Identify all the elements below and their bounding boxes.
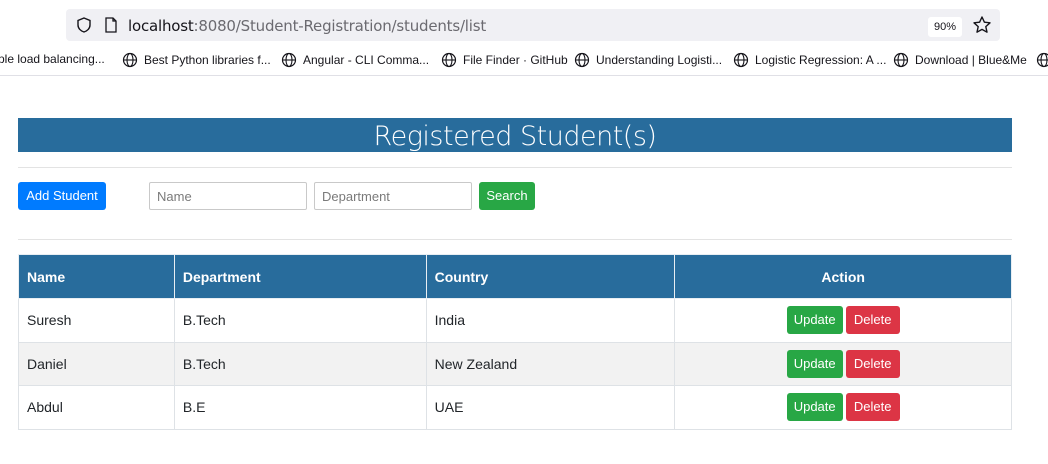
bookmark-label: Angular - CLI Comma...: [303, 53, 430, 67]
cell-action: Update Delete: [674, 341, 1012, 386]
students-table: Name Department Country Action Suresh B.…: [18, 254, 1012, 430]
cell-department: B.Tech: [173, 341, 427, 386]
bookmark-item[interactable]: ple load balancing...: [0, 52, 105, 66]
bookmark-label: Download | Blue&Me: [915, 53, 1027, 67]
delete-button[interactable]: Delete: [845, 306, 900, 335]
bookmarks-bar: ple load balancing... Best Python librar…: [0, 44, 1048, 76]
page-title: Registered Student(s): [18, 118, 1012, 152]
divider: [18, 167, 1012, 168]
globe-icon: [281, 52, 297, 68]
bookmark-star-icon[interactable]: [972, 15, 992, 35]
column-header-name: Name: [18, 254, 175, 299]
bookmark-label: ple load balancing...: [0, 52, 105, 66]
bookmark-item[interactable]: Angular - CLI Comma...: [281, 52, 429, 68]
bookmark-label: File Finder · GitHub: [463, 53, 568, 67]
column-header-action: Action: [674, 254, 1012, 299]
cell-department: B.Tech: [173, 298, 427, 343]
cell-country: India: [425, 298, 676, 343]
bookmark-label: Best Python libraries f...: [144, 53, 271, 67]
shield-icon[interactable]: [76, 17, 92, 33]
bookmark-label: Logistic Regression: A ...: [755, 53, 887, 67]
update-button[interactable]: Update: [786, 393, 843, 422]
globe-icon: [733, 52, 749, 68]
globe-icon[interactable]: [1036, 52, 1048, 68]
table-row: Daniel B.Tech New Zealand Update Delete: [18, 341, 1012, 386]
cell-action: Update Delete: [674, 298, 1012, 343]
url-host: localhost: [128, 17, 194, 35]
zoom-indicator[interactable]: 90%: [928, 17, 963, 37]
name-search-input[interactable]: [149, 182, 307, 210]
bookmark-item[interactable]: Best Python libraries f...: [122, 52, 271, 68]
table-header-row: Name Department Country Action: [18, 254, 1012, 299]
globe-icon: [574, 52, 590, 68]
bookmark-item[interactable]: Logistic Regression: A ...: [733, 52, 886, 68]
bookmark-item[interactable]: Download | Blue&Me: [893, 52, 1027, 68]
divider: [18, 239, 1012, 240]
update-button[interactable]: Update: [786, 306, 843, 335]
cell-country: New Zealand: [425, 341, 676, 386]
cell-name: Abdul: [18, 385, 175, 430]
url-path: :8080/Student-Registration/students/list: [193, 17, 487, 35]
cell-name: Daniel: [18, 341, 175, 386]
browser-toolbar: localhost:8080/Student-Registration/stud…: [0, 0, 1048, 44]
add-student-button[interactable]: Add Student: [18, 182, 106, 210]
delete-button[interactable]: Delete: [845, 349, 900, 378]
cell-department: B.E: [173, 385, 427, 430]
delete-button[interactable]: Delete: [845, 393, 900, 422]
update-button[interactable]: Update: [786, 349, 843, 378]
column-header-department: Department: [173, 254, 427, 299]
globe-icon: [893, 52, 909, 68]
page-icon: [105, 17, 117, 33]
table-row: Suresh B.Tech India Update Delete: [18, 298, 1012, 343]
cell-name: Suresh: [18, 298, 175, 343]
cell-action: Update Delete: [674, 385, 1012, 430]
bookmark-item[interactable]: File Finder · GitHub: [441, 52, 568, 68]
table-row: Abdul B.E UAE Update Delete: [18, 385, 1012, 430]
globe-icon: [441, 52, 457, 68]
globe-icon: [122, 52, 138, 68]
cell-country: UAE: [425, 385, 676, 430]
department-search-input[interactable]: [314, 182, 472, 210]
search-button[interactable]: Search: [479, 182, 535, 210]
bookmark-label: Understanding Logisti...: [596, 53, 723, 67]
url-text[interactable]: localhost:8080/Student-Registration/stud…: [128, 17, 486, 35]
bookmark-item[interactable]: Understanding Logisti...: [574, 52, 722, 68]
column-header-country: Country: [425, 254, 676, 299]
